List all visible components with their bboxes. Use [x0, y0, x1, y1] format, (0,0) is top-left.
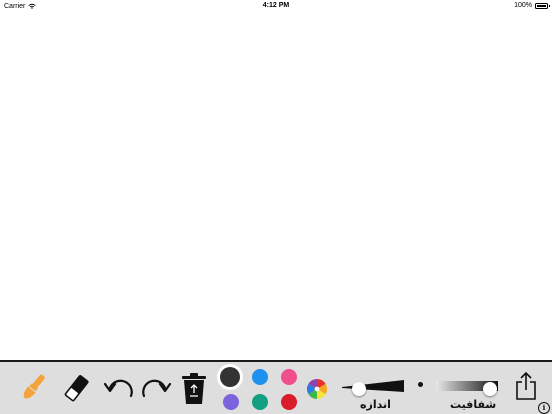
- brush-dot-indicator: [418, 382, 423, 387]
- undo-icon: [104, 379, 133, 398]
- opacity-slider-knob[interactable]: [483, 382, 497, 396]
- carrier-label: Carrier: [4, 3, 26, 10]
- drawing-canvas[interactable]: [0, 13, 552, 361]
- color-swatch-green[interactable]: [252, 394, 268, 410]
- opacity-slider-label: شفافیت: [450, 398, 497, 411]
- color-swatch-pink[interactable]: [281, 369, 297, 385]
- size-slider-label: اندازه: [360, 398, 391, 411]
- share-icon: [516, 371, 536, 400]
- status-left: Carrier: [4, 2, 36, 11]
- color-picker-button[interactable]: [307, 379, 327, 399]
- undo-button[interactable]: [104, 374, 136, 402]
- color-wheel-icon: [307, 379, 327, 399]
- trash-button[interactable]: [181, 372, 207, 406]
- color-swatch-red[interactable]: [281, 394, 297, 410]
- brush-button[interactable]: [16, 370, 50, 406]
- redo-icon: [142, 379, 171, 398]
- eraser-button[interactable]: [60, 372, 92, 406]
- eraser-icon: [64, 375, 89, 402]
- status-right: 100%: [514, 2, 550, 9]
- battery-icon: [535, 2, 550, 9]
- color-swatch-blue[interactable]: [252, 369, 268, 385]
- wifi-icon: [28, 3, 36, 9]
- opacity-slider[interactable]: [436, 376, 500, 396]
- trash-icon: [182, 373, 206, 404]
- toolbar: اندازه شفافیت: [0, 360, 552, 414]
- status-time: 4:12 PM: [262, 2, 290, 9]
- share-button[interactable]: [515, 371, 537, 401]
- size-slider-knob[interactable]: [352, 382, 366, 396]
- color-swatch-black[interactable]: [220, 367, 240, 387]
- size-slider[interactable]: [340, 376, 406, 396]
- info-icon[interactable]: i: [538, 402, 550, 414]
- battery-percent: 100%: [514, 2, 532, 9]
- status-bar: Carrier 4:12 PM 100%: [0, 0, 552, 13]
- redo-button[interactable]: [139, 374, 171, 402]
- size-slider-track: [342, 380, 404, 392]
- paintbrush-icon: [23, 374, 45, 399]
- color-swatch-purple[interactable]: [223, 394, 239, 410]
